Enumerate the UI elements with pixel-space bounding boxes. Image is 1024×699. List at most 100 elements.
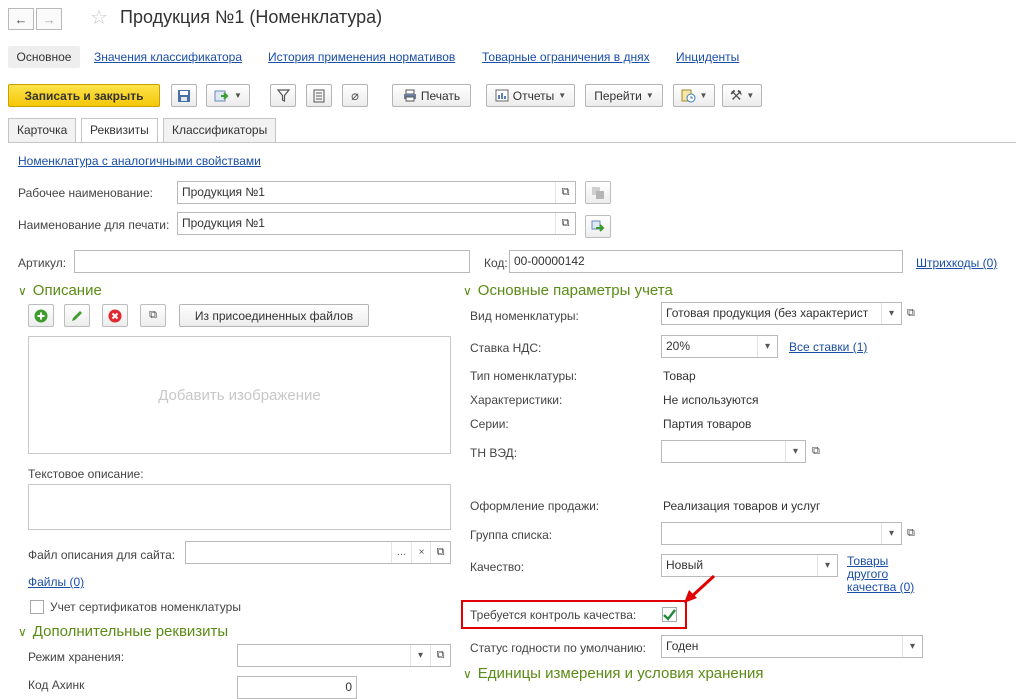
open-kind-button[interactable]: ⧉ <box>907 307 915 320</box>
open-image-button[interactable]: ⧉ <box>140 304 166 327</box>
pencil-icon <box>72 310 82 321</box>
delete-image-button[interactable] <box>102 304 128 327</box>
image-area[interactable]: Добавить изображение <box>28 336 451 454</box>
code-input[interactable]: 00-00000142 <box>509 250 903 273</box>
text-description-label: Текстовое описание: <box>28 467 144 481</box>
tab-classifier-values[interactable]: Значения классификатора <box>94 46 242 68</box>
reports-button[interactable]: Отчеты ▼ <box>486 84 575 107</box>
code-value: 00-00000142 <box>514 254 585 268</box>
copy-disabled-icon <box>592 186 604 199</box>
attach-button[interactable]: ⌀ <box>342 84 368 107</box>
series-value: Партия товаров <box>663 417 752 431</box>
from-files-button[interactable]: Из присоединенных файлов <box>179 304 369 327</box>
tab-goods-limits[interactable]: Товарные ограничения в днях <box>482 46 650 68</box>
open-file-button[interactable]: ⧉ <box>430 542 450 563</box>
open-window-icon: ⧉ <box>561 186 570 198</box>
tab-classifiers[interactable]: Классификаторы <box>163 118 277 142</box>
caret-down-icon: ▾ <box>888 308 895 319</box>
copy-name-button[interactable] <box>585 181 611 204</box>
units-section-header[interactable]: ∨ Единицы измерения и условия хранения <box>463 665 764 682</box>
validity-value: Годен <box>666 639 699 653</box>
kind-dropdown[interactable]: ▾ <box>881 303 901 324</box>
open-storage-mode-button[interactable]: ⧉ <box>430 645 450 666</box>
article-input[interactable] <box>74 250 470 273</box>
window-title: Продукция №1 (Номенклатура) <box>120 7 383 27</box>
quality-control-checkbox[interactable] <box>662 607 677 622</box>
add-image-button[interactable] <box>28 304 54 327</box>
caret-down-icon: ▼ <box>746 91 755 100</box>
caret-down-icon: ▾ <box>824 560 831 571</box>
caret-down-icon: ▼ <box>645 91 654 100</box>
chevron-down-icon: ∨ <box>463 667 472 681</box>
vat-value: 20% <box>666 339 691 353</box>
back-button[interactable]: ← <box>8 8 34 30</box>
open-window-icon: ⧉ <box>149 309 157 321</box>
storage-mode-dropdown[interactable]: ▾ <box>410 645 430 666</box>
quality-control-label: Требуется контроль качества: <box>470 608 637 622</box>
kind-input[interactable]: Готовая продукция (без характерист <box>661 302 902 325</box>
vat-dropdown[interactable]: ▾ <box>757 336 777 357</box>
accounting-section-header[interactable]: ∨ Основные параметры учета <box>463 282 673 299</box>
tools-button[interactable]: ⚒ ▼ <box>722 84 762 107</box>
fill-print-name-button[interactable] <box>585 215 611 238</box>
open-work-name-button[interactable]: ⧉ <box>555 182 575 203</box>
history-button[interactable]: ▼ <box>673 84 715 107</box>
filter-button[interactable] <box>270 84 296 107</box>
tab-norms-history[interactable]: История применения нормативов <box>268 46 455 68</box>
certificates-checkbox[interactable] <box>30 600 44 614</box>
copy-green-icon <box>591 220 605 232</box>
open-print-name-button[interactable]: ⧉ <box>555 213 575 234</box>
next-field-input[interactable]: 0 <box>237 676 357 699</box>
clear-file-button[interactable]: × <box>411 542 431 563</box>
description-section-header[interactable]: ∨ Описание <box>18 282 102 299</box>
tab-incidents[interactable]: Инциденты <box>676 46 739 68</box>
caret-down-icon: ▾ <box>792 446 799 457</box>
print-name-value: Продукция №1 <box>182 216 265 230</box>
validity-dropdown[interactable]: ▾ <box>902 636 922 657</box>
print-label: Печать <box>420 88 461 103</box>
select-file-button[interactable]: … <box>391 542 411 563</box>
work-name-input[interactable]: Продукция №1 <box>177 181 576 204</box>
all-rates-link[interactable]: Все ставки (1) <box>789 340 867 354</box>
save-button[interactable] <box>171 84 197 107</box>
files-link[interactable]: Файлы (0) <box>28 575 84 589</box>
reports-label: Отчеты <box>512 88 555 103</box>
plus-circle-icon <box>34 309 48 322</box>
open-window-icon: ⧉ <box>436 649 445 661</box>
work-name-value: Продукция №1 <box>182 185 265 199</box>
forward-button[interactable]: → <box>36 8 62 30</box>
tab-card[interactable]: Карточка <box>8 118 77 142</box>
group-dropdown[interactable]: ▾ <box>881 523 901 544</box>
list-button[interactable] <box>306 84 332 107</box>
open-group-button[interactable]: ⧉ <box>907 527 915 540</box>
open-tnved-button[interactable]: ⧉ <box>812 445 820 458</box>
other-quality-link[interactable]: Товары другого качества (0) <box>847 555 914 594</box>
caret-down-icon: ▼ <box>234 91 242 100</box>
print-button[interactable]: Печать <box>392 84 471 107</box>
create-based-button[interactable]: ▼ <box>206 84 250 107</box>
sale-label: Оформление продажи: <box>470 499 600 513</box>
tab-main[interactable]: Основное <box>8 46 80 68</box>
close-icon: × <box>418 547 425 558</box>
tools-icon: ⚒ <box>729 87 743 103</box>
save-close-button[interactable]: Записать и закрыть <box>8 84 160 107</box>
similar-items-link[interactable]: Номенклатура с аналогичными свойствами <box>18 154 261 168</box>
paperclip-icon: ⌀ <box>351 87 359 103</box>
goto-button[interactable]: Перейти ▼ <box>585 84 663 107</box>
barcodes-link[interactable]: Штрихкоды (0) <box>916 256 997 270</box>
print-name-input[interactable]: Продукция №1 <box>177 212 576 235</box>
chevron-down-icon: ∨ <box>18 284 27 298</box>
text-description-input[interactable] <box>28 484 451 530</box>
caret-down-icon: ▾ <box>417 650 424 661</box>
tab-requisites[interactable]: Реквизиты <box>81 118 158 143</box>
favorite-star-icon[interactable]: ☆ <box>90 5 108 30</box>
quality-dropdown[interactable]: ▾ <box>817 555 837 576</box>
group-input[interactable] <box>661 522 902 545</box>
open-window-icon: ⧉ <box>436 546 445 558</box>
group-label: Группа списка: <box>470 528 553 542</box>
additional-section-header[interactable]: ∨ Дополнительные реквизиты <box>18 623 228 640</box>
validity-input[interactable]: Годен <box>661 635 923 658</box>
tnved-dropdown[interactable]: ▾ <box>785 441 805 462</box>
characteristics-value: Не используются <box>663 393 759 407</box>
edit-image-button[interactable] <box>64 304 90 327</box>
